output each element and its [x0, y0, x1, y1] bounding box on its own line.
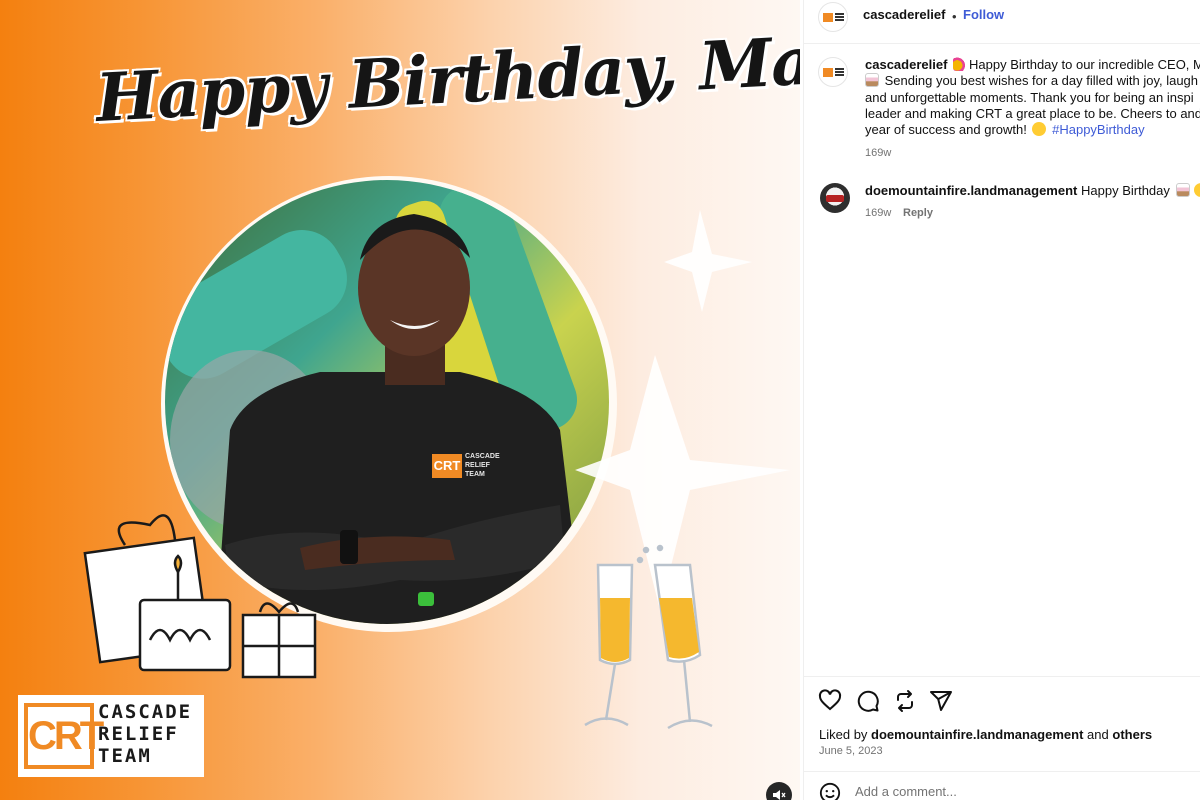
add-comment-row	[804, 771, 1200, 800]
comment-username[interactable]: doemountainfire.landmanagement	[865, 183, 1077, 198]
brand-logo-name: CASCADE RELIEF TEAM	[98, 701, 193, 767]
partying-face-icon	[1032, 122, 1047, 137]
comment-avatar[interactable]	[820, 183, 850, 213]
caption-time[interactable]: 169w	[865, 147, 891, 159]
comment-time[interactable]: 169w	[865, 207, 891, 219]
sparkle-small	[664, 210, 752, 312]
brand-logo: CRT CASCADE RELIEF TEAM	[18, 695, 204, 777]
comment-body: Happy Birthday	[1081, 183, 1170, 198]
follow-button[interactable]: Follow	[963, 7, 1004, 22]
shirt-logo-words: CASCADE RELIEF TEAM	[465, 453, 500, 478]
post-caption: cascaderelief Happy Birthday to our incr…	[865, 57, 1200, 138]
partying-face-icon	[1193, 183, 1200, 197]
shirt-logo: CRT CASCADE RELIEF TEAM	[432, 452, 500, 482]
comment-text: doemountainfire.landmanagement Happy Bir…	[865, 183, 1200, 198]
share-icon[interactable]	[929, 689, 953, 713]
post-viewer: Happy Birthday, Marc! CRT CASCADE RELIEF…	[0, 0, 1200, 800]
liked-by-user[interactable]: doemountainfire.landmanagement	[871, 727, 1083, 742]
caption-avatar[interactable]	[818, 57, 848, 87]
caption-username[interactable]: cascaderelief	[865, 57, 947, 72]
separator-dot: •	[952, 9, 957, 24]
champagne-glasses	[584, 544, 713, 730]
hashtag-link[interactable]: #HappyBirthday	[1052, 122, 1145, 137]
liked-by-others[interactable]: others	[1112, 727, 1152, 742]
avatar[interactable]	[818, 2, 848, 32]
brand-logo-mark: CRT	[24, 703, 104, 769]
header-username[interactable]: cascaderelief	[863, 7, 945, 22]
heart-icon[interactable]	[818, 689, 842, 713]
comment-icon[interactable]	[856, 689, 880, 713]
post-image[interactable]: Happy Birthday, Marc! CRT CASCADE RELIEF…	[0, 0, 800, 800]
post-date[interactable]: June 5, 2023	[819, 745, 883, 757]
party-popper-icon	[953, 57, 968, 71]
caption-line-3: and unforgettable moments. Thank you for…	[865, 89, 1194, 105]
liked-by: Liked by doemountainfire.landmanagement …	[819, 727, 1153, 742]
cake-icon	[865, 73, 879, 88]
caption-line-5: year of success and growth!	[865, 122, 1027, 138]
emoji-smile-icon[interactable]	[819, 782, 841, 800]
reply-button[interactable]: Reply	[903, 207, 933, 219]
repost-icon[interactable]	[893, 689, 917, 713]
post-actions: Liked by doemountainfire.landmanagement …	[804, 676, 1200, 800]
cake-icon	[1175, 183, 1190, 197]
post-header: cascaderelief • Follow	[804, 0, 1200, 44]
caption-line-4: leader and making CRT a great place to b…	[865, 105, 1200, 121]
shirt-logo-mark: CRT	[432, 454, 462, 478]
caption-line-2: Sending you best wishes for a day filled…	[884, 73, 1199, 89]
post-side-panel: cascaderelief • Follow cascaderelief Hap…	[803, 0, 1200, 800]
add-comment-input[interactable]	[855, 784, 1155, 799]
caption-line-1: Happy Birthday to our incredible CEO, M	[969, 57, 1200, 72]
